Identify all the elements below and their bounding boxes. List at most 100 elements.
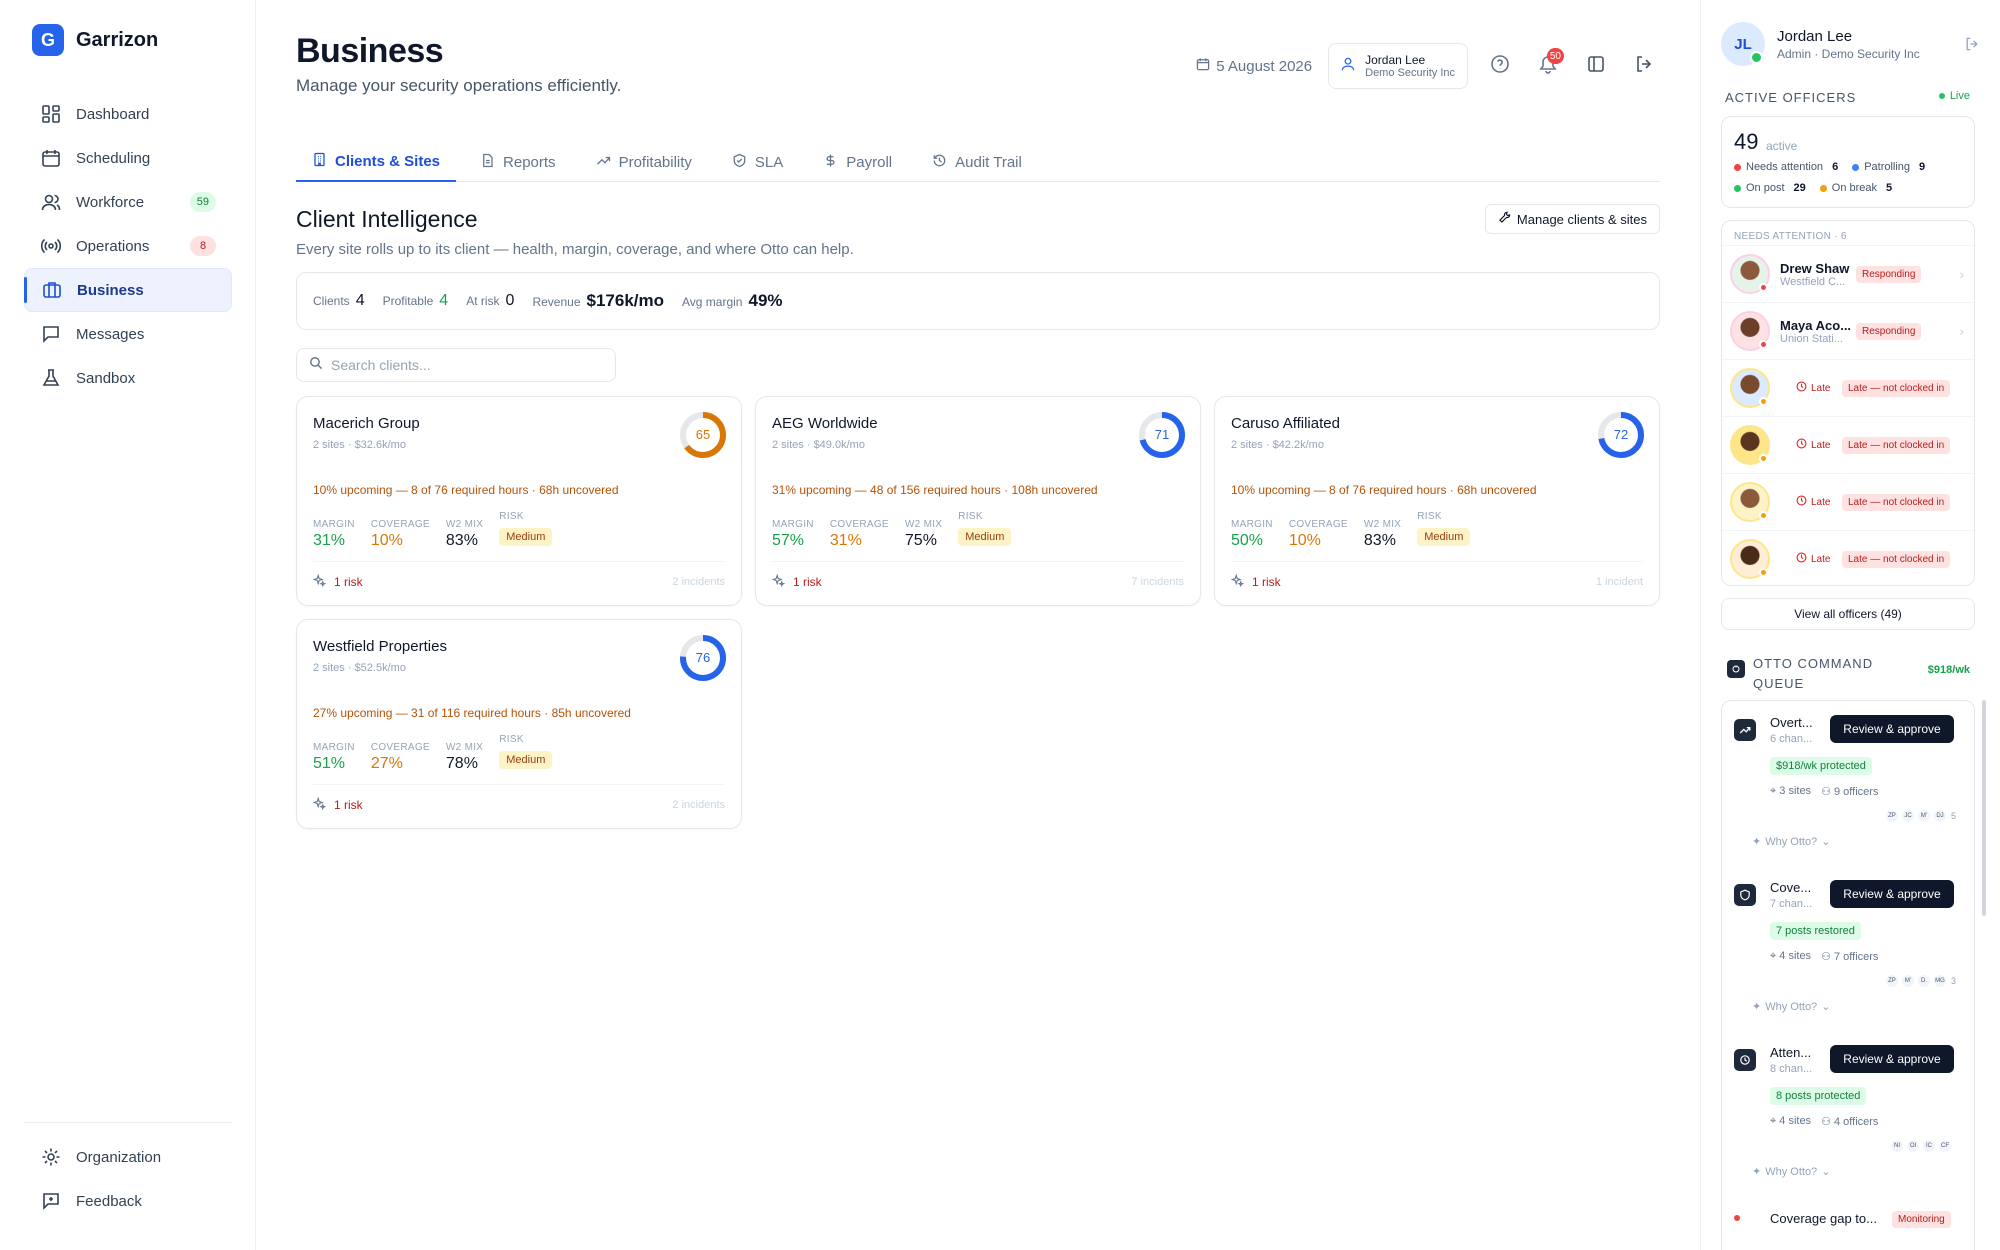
brand[interactable]: G Garrizon: [32, 24, 158, 56]
officer-row[interactable]: Maya Aco... Union Stati... Responding ›: [1722, 302, 1974, 359]
stat-value: 4: [355, 292, 365, 309]
nav-item-sandbox[interactable]: Sandbox: [24, 356, 232, 400]
clock-icon: [1796, 552, 1807, 566]
upcoming-coverage: 10% upcoming — 8 of 76 required hours · …: [313, 483, 619, 497]
help-button[interactable]: [1484, 50, 1516, 82]
clock-icon: [1734, 1049, 1756, 1071]
metric-label: COVERAGE: [370, 742, 430, 753]
panel-logout-button[interactable]: [1964, 36, 1980, 57]
status-on-post: On post 29: [1734, 182, 1806, 194]
nav-label: Operations: [76, 237, 150, 255]
risk-count[interactable]: 1 risk: [312, 573, 363, 590]
live-dot: [1938, 93, 1945, 99]
review-approve-button[interactable]: Review & approve: [1830, 1045, 1954, 1073]
why-otto-toggle[interactable]: ✦ Why Otto? ⌄: [1752, 1000, 1830, 1014]
manage-clients-button[interactable]: Manage clients & sites: [1484, 204, 1660, 234]
nav-label: Dashboard: [76, 105, 150, 123]
client-card[interactable]: Westfield Properties 2 sites · $52.5k/mo…: [296, 619, 742, 829]
card-footer: 1 risk 7 incidents: [771, 561, 1184, 590]
notifications-button[interactable]: 50: [1532, 48, 1564, 82]
upcoming-coverage: 10% upcoming — 8 of 76 required hours · …: [1231, 483, 1537, 497]
officer-row[interactable]: Late Late — not clocked in: [1722, 359, 1974, 416]
shield-icon: [732, 153, 747, 172]
status-dot: [1852, 163, 1860, 171]
chevron-down-icon: ⌄: [1821, 836, 1831, 848]
metric-margin: MARGIN 31%: [313, 519, 355, 550]
client-name: Westfield Properties: [313, 638, 447, 655]
metric-value: 83%: [445, 532, 478, 549]
risk-count[interactable]: 1 risk: [1230, 573, 1281, 590]
user-chip[interactable]: Jordan Lee Demo Security Inc: [1328, 43, 1468, 89]
officers-meta: ⚇ 4 officers: [1821, 1115, 1878, 1128]
nav-item-organization[interactable]: Organization: [24, 1135, 232, 1179]
metric-w2-mix: W2 MIX 78%: [446, 742, 483, 773]
client-card[interactable]: Macerich Group 2 sites · $32.6k/mo 65 10…: [296, 396, 742, 606]
late-indicator: Late: [1796, 381, 1830, 395]
why-otto-toggle[interactable]: ✦ Why Otto? ⌄: [1752, 835, 1831, 849]
metric-value: 83%: [1363, 532, 1396, 549]
tab-bar: Clients & Sites Reports Profitability SL…: [296, 142, 1660, 182]
date-display: 5 August 2026: [1196, 57, 1312, 75]
risk-count[interactable]: 1 risk: [312, 796, 363, 813]
summary-stats: Clients 4 Profitable 4 At risk 0 Revenue $17…: [296, 272, 1660, 330]
tab-reports[interactable]: Reports: [464, 142, 572, 182]
review-approve-button[interactable]: Review & approve: [1830, 715, 1954, 743]
search-input[interactable]: [331, 357, 591, 373]
nav-item-feedback[interactable]: Feedback: [24, 1179, 232, 1223]
officer-name: Drew Shaw: [1780, 260, 1850, 276]
users-icon: ⚇: [1821, 1116, 1831, 1128]
health-score-ring: 65: [679, 411, 727, 459]
client-card[interactable]: AEG Worldwide 2 sites · $49.0k/mo 71 31%…: [755, 396, 1201, 606]
nav-item-dashboard[interactable]: Dashboard: [24, 92, 232, 136]
queue-item[interactable]: Coverage gap to... Monitoring: [1722, 1203, 1974, 1243]
panel-toggle-button[interactable]: [1580, 50, 1612, 82]
nav-item-scheduling[interactable]: Scheduling: [24, 136, 232, 180]
user-icon: [1341, 57, 1355, 76]
nav-item-operations[interactable]: Operations 8: [24, 224, 232, 268]
metric-value: 10%: [370, 532, 403, 549]
risk-badge: Medium: [499, 751, 553, 769]
officer-row[interactable]: Late Late — not clocked in: [1722, 416, 1974, 473]
scrollbar-thumb[interactable]: [1982, 700, 1986, 916]
metric-value: 75%: [904, 532, 937, 549]
tab-label: Payroll: [846, 153, 893, 171]
shield-icon: [1734, 884, 1756, 906]
needs-attention-header: NEEDS ATTENTION · 6: [1734, 231, 1847, 242]
active-count: 49: [1734, 129, 1759, 154]
panel-user[interactable]: JL Jordan Lee Admin · Demo Security Inc: [1721, 22, 1920, 66]
logout-button[interactable]: [1628, 50, 1660, 82]
users-icon: ⚇: [1821, 786, 1831, 798]
tab-profitability[interactable]: Profitability: [580, 142, 708, 182]
metric-label: RISK: [1417, 511, 1442, 522]
metric-w2-mix: W2 MIX 83%: [1364, 519, 1401, 550]
tab-audit-trail[interactable]: Audit Trail: [916, 142, 1038, 182]
active-officers-summary[interactable]: 49 active Needs attention 6 Patrolling 9 O…: [1721, 116, 1975, 208]
message-icon: [40, 323, 62, 345]
metric-risk: RISK Medium: [958, 511, 1012, 546]
officers-text: 7 officers: [1834, 951, 1879, 963]
status-badge: Responding: [1856, 322, 1922, 340]
tab-clients-sites[interactable]: Clients & Sites: [296, 142, 457, 182]
nav-item-messages[interactable]: Messages: [24, 312, 232, 356]
status-dot: [1759, 454, 1768, 463]
tab-sla[interactable]: SLA: [716, 142, 799, 182]
right-panel: JL Jordan Lee Admin · Demo Security Inc …: [1700, 0, 2000, 1250]
sites-meta: ⌖ 3 sites: [1770, 785, 1811, 798]
officers-text: 9 officers: [1834, 786, 1879, 798]
nav-item-business[interactable]: Business: [24, 268, 232, 312]
officer-row[interactable]: Drew Shaw Westfield C... Responding ›: [1722, 245, 1974, 302]
view-all-officers-button[interactable]: View all officers (49): [1721, 598, 1975, 630]
stat-label: Revenue: [532, 295, 581, 309]
risk-count[interactable]: 1 risk: [771, 573, 822, 590]
officer-row[interactable]: Late Late — not clocked in: [1722, 530, 1974, 585]
why-otto-toggle[interactable]: ✦ Why Otto? ⌄: [1752, 1165, 1831, 1179]
client-card[interactable]: Caruso Affiliated 2 sites · $42.2k/mo 72…: [1214, 396, 1660, 606]
officer-info: Maya Aco... Union Stati...: [1780, 318, 1856, 345]
officer-row[interactable]: Late Late — not clocked in: [1722, 473, 1974, 530]
review-approve-button[interactable]: Review & approve: [1830, 880, 1954, 908]
chevron-down-icon: ⌄: [1821, 1166, 1831, 1178]
late-indicator: Late: [1796, 438, 1830, 452]
nav-item-workforce[interactable]: Workforce 59: [24, 180, 232, 224]
mini-avatar: NI: [1890, 1139, 1904, 1153]
tab-payroll[interactable]: Payroll: [807, 142, 908, 182]
